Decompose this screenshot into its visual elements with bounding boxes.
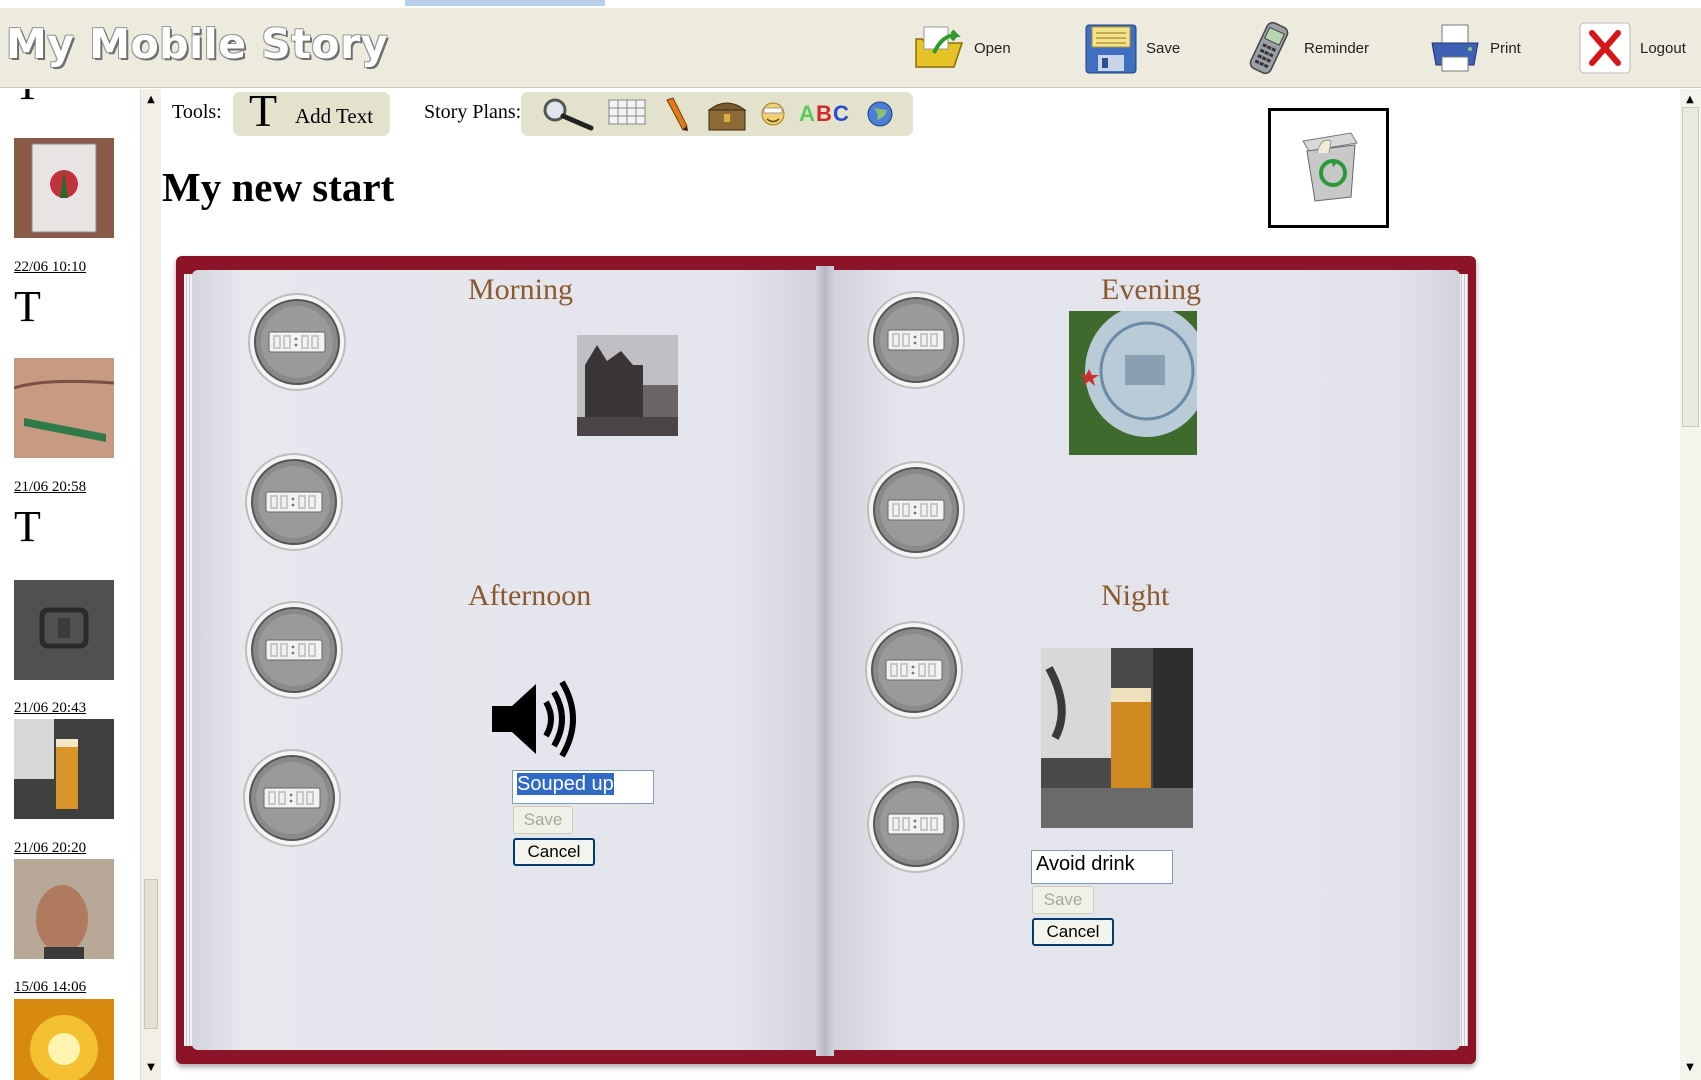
clock-icon[interactable] bbox=[866, 290, 966, 390]
afternoon-cancel-button[interactable]: Cancel bbox=[513, 838, 595, 866]
logout-button[interactable]: Logout bbox=[1578, 20, 1686, 76]
globe-icon[interactable] bbox=[865, 96, 895, 132]
section-night: Night bbox=[1101, 579, 1170, 612]
trash-bin[interactable] bbox=[1268, 108, 1389, 228]
clock-icon[interactable] bbox=[866, 460, 966, 560]
scroll-up-icon[interactable]: ▲ bbox=[1683, 93, 1697, 107]
section-afternoon: Afternoon bbox=[468, 579, 592, 612]
afternoon-save-button[interactable]: Save bbox=[513, 806, 573, 834]
svg-text:A: A bbox=[799, 101, 815, 126]
sidebar-photo-card[interactable] bbox=[14, 138, 114, 238]
folder-open-icon bbox=[912, 21, 966, 75]
printer-icon bbox=[1428, 21, 1482, 75]
main-scrollbar[interactable]: ▲ ▼ bbox=[1680, 89, 1701, 1080]
text-tool-icon: T bbox=[249, 85, 278, 136]
table-grid-icon[interactable] bbox=[607, 96, 647, 132]
svg-text:B: B bbox=[816, 101, 832, 126]
clock-icon[interactable] bbox=[244, 452, 344, 552]
pencil-icon[interactable] bbox=[661, 96, 693, 132]
text-item-icon[interactable]: T bbox=[14, 505, 41, 549]
sidebar-photo-beer[interactable] bbox=[14, 719, 114, 819]
sidebar-date[interactable]: 15/06 14:06 bbox=[14, 979, 86, 996]
media-sidebar: T 22/06 10:10 T 21/06 20:58 T bbox=[0, 89, 140, 1080]
night-photo-beer[interactable] bbox=[1041, 648, 1193, 828]
text-item-icon[interactable]: T bbox=[14, 285, 41, 329]
open-button[interactable]: Open bbox=[912, 20, 1011, 76]
sidebar-photo-lights[interactable] bbox=[14, 999, 114, 1080]
sidebar-date[interactable]: 21/06 20:20 bbox=[14, 840, 86, 857]
tools-label: Tools: bbox=[172, 101, 222, 123]
sidebar-photo-face[interactable] bbox=[14, 859, 114, 959]
sidebar-date[interactable]: 22/06 10:10 bbox=[14, 259, 86, 276]
story-book: Morning Afternoon Evening Night Souped u… bbox=[176, 256, 1476, 1064]
afternoon-note-value: Souped up bbox=[517, 773, 614, 795]
sidebar-scroll-thumb[interactable] bbox=[144, 879, 158, 1029]
clock-icon[interactable] bbox=[242, 748, 342, 848]
night-save-button[interactable]: Save bbox=[1032, 886, 1094, 914]
clock-icon[interactable] bbox=[866, 774, 966, 874]
save-button[interactable]: Save bbox=[1084, 20, 1180, 76]
reminder-button[interactable]: Reminder bbox=[1242, 20, 1369, 76]
top-strip bbox=[0, 0, 1701, 8]
section-evening: Evening bbox=[1101, 273, 1201, 306]
main-scroll-thumb[interactable] bbox=[1682, 107, 1699, 427]
top-strip-highlight bbox=[405, 0, 605, 6]
magnifier-icon[interactable] bbox=[539, 96, 597, 132]
treasure-chest-icon[interactable] bbox=[705, 96, 749, 132]
header: My Mobile Story Open Save Reminder Print… bbox=[0, 8, 1701, 88]
sidebar-photo-pen[interactable] bbox=[14, 358, 114, 458]
section-morning: Morning bbox=[468, 273, 573, 306]
afternoon-note-input[interactable]: Souped up bbox=[512, 770, 654, 804]
sidebar-photo-dashboard[interactable] bbox=[14, 580, 114, 680]
text-item-icon[interactable]: T bbox=[14, 89, 41, 107]
sidebar-scrollbar[interactable]: ▲ ▼ bbox=[140, 89, 161, 1080]
reminder-label: Reminder bbox=[1304, 39, 1370, 57]
logout-label: Logout bbox=[1640, 39, 1686, 57]
scroll-down-icon[interactable]: ▼ bbox=[1683, 1061, 1697, 1075]
scroll-down-icon[interactable]: ▼ bbox=[144, 1061, 158, 1075]
clock-icon[interactable] bbox=[247, 292, 347, 392]
morning-photo-building[interactable] bbox=[577, 335, 678, 436]
night-note-value: Avoid drink bbox=[1036, 853, 1135, 875]
speaker-icon[interactable] bbox=[490, 678, 582, 760]
smiley-icon[interactable] bbox=[759, 96, 787, 132]
book-spine bbox=[816, 266, 834, 1056]
floppy-disk-icon bbox=[1084, 21, 1138, 75]
recycle-bin-icon bbox=[1302, 132, 1358, 202]
story-title[interactable]: My new start bbox=[162, 163, 394, 211]
close-icon bbox=[1578, 21, 1632, 75]
story-plans-bar: A B C bbox=[521, 92, 913, 136]
sidebar-date[interactable]: 21/06 20:58 bbox=[14, 479, 86, 496]
night-cancel-button[interactable]: Cancel bbox=[1032, 918, 1114, 946]
svg-text:C: C bbox=[833, 101, 849, 126]
clock-icon[interactable] bbox=[864, 620, 964, 720]
story-plans-label: Story Plans: bbox=[424, 101, 522, 123]
add-text-label: Add Text bbox=[295, 104, 374, 128]
scroll-up-icon[interactable]: ▲ bbox=[144, 93, 158, 107]
evening-photo-bottle[interactable] bbox=[1069, 311, 1197, 455]
print-label: Print bbox=[1490, 39, 1521, 57]
app-title: My Mobile Story bbox=[6, 20, 389, 68]
abc-icon[interactable]: A B C bbox=[797, 96, 855, 132]
app-window: My Mobile Story Open Save Reminder Print… bbox=[0, 0, 1701, 1080]
print-button[interactable]: Print bbox=[1428, 20, 1521, 76]
open-label: Open bbox=[974, 39, 1011, 57]
add-text-button[interactable]: T Add Text bbox=[233, 88, 390, 136]
sidebar-date[interactable]: 21/06 20:43 bbox=[14, 700, 86, 717]
clock-icon[interactable] bbox=[244, 600, 344, 700]
save-label: Save bbox=[1146, 39, 1181, 57]
mobile-phone-icon bbox=[1242, 21, 1296, 75]
night-note-input[interactable]: Avoid drink bbox=[1031, 850, 1173, 884]
